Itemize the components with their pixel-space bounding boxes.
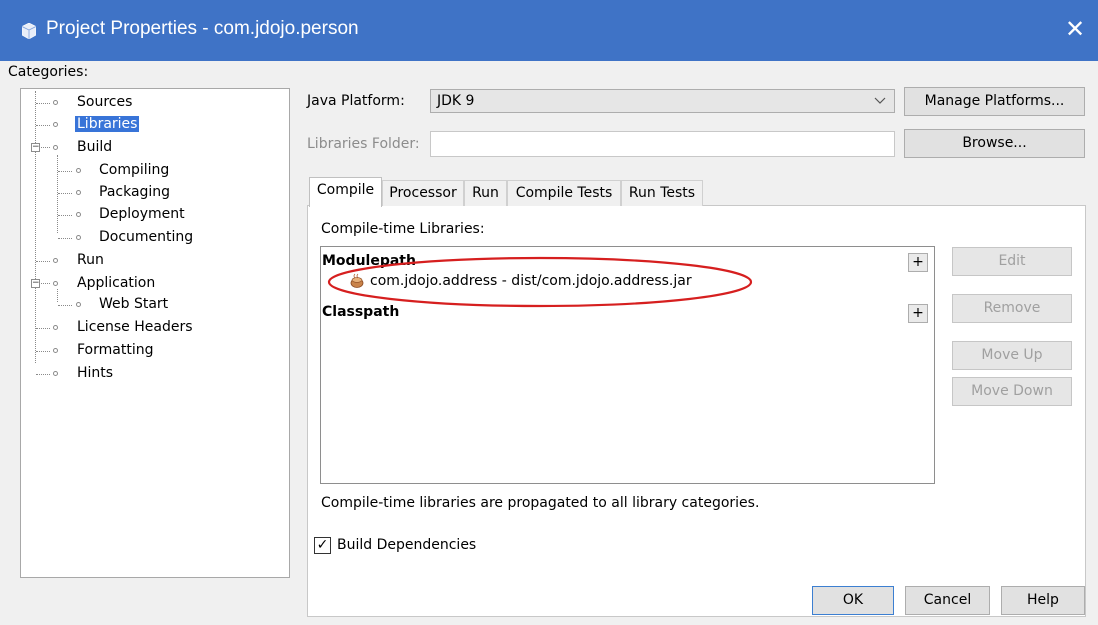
tree-bullet-icon [76, 302, 81, 307]
compile-note: Compile-time libraries are propagated to… [321, 495, 760, 511]
cancel-button[interactable]: Cancel [905, 586, 990, 615]
tree-line [36, 103, 50, 104]
edit-button[interactable]: Edit [952, 247, 1072, 276]
compile-time-libraries-label: Compile-time Libraries: [321, 221, 485, 237]
tree-bullet-icon [53, 371, 58, 376]
tree-line [41, 147, 50, 148]
tab-run-tests[interactable]: Run Tests [621, 180, 703, 206]
tree-bullet-icon [53, 258, 58, 263]
tab-compile-tests[interactable]: Compile Tests [507, 180, 621, 206]
move-up-label: Move Up [981, 347, 1043, 363]
tree-line [58, 215, 72, 216]
tree-bullet-icon [76, 168, 81, 173]
close-icon[interactable]: ✕ [1062, 14, 1088, 44]
java-platform-select[interactable]: JDK 9 [430, 89, 895, 113]
add-classpath-button[interactable]: + [908, 304, 928, 323]
tab-run[interactable]: Run [464, 180, 507, 206]
window-title: Project Properties - com.jdojo.person [46, 18, 359, 39]
move-down-label: Move Down [971, 383, 1053, 399]
category-deployment[interactable]: Deployment [99, 206, 185, 222]
java-platform-label: Java Platform: [307, 93, 405, 109]
tree-line [36, 351, 50, 352]
category-web-start[interactable]: Web Start [99, 296, 168, 312]
category-compiling[interactable]: Compiling [99, 162, 169, 178]
build-dependencies-checkbox[interactable]: ✓ [314, 537, 331, 554]
annotation-ellipse [327, 256, 753, 308]
collapse-application-icon[interactable]: − [31, 279, 40, 288]
java-platform-value: JDK 9 [437, 93, 475, 109]
tree-bullet-icon [53, 145, 58, 150]
tree-line [36, 261, 50, 262]
tree-line [58, 171, 72, 172]
tree-bullet-icon [53, 100, 58, 105]
category-libraries[interactable]: Libraries [75, 116, 140, 132]
manage-platforms-button[interactable]: Manage Platforms... [904, 87, 1085, 116]
tab-processor[interactable]: Processor [382, 180, 464, 206]
tree-bullet-icon [76, 190, 81, 195]
remove-button[interactable]: Remove [952, 294, 1072, 323]
category-application[interactable]: Application [77, 275, 155, 291]
chevron-down-icon [874, 91, 886, 115]
category-license-headers[interactable]: License Headers [77, 319, 193, 335]
category-run[interactable]: Run [77, 252, 104, 268]
browse-button[interactable]: Browse... [904, 129, 1085, 158]
categories-label: Categories: [8, 64, 88, 80]
ok-button[interactable]: OK [812, 586, 894, 615]
tree-line [58, 238, 72, 239]
remove-label: Remove [983, 300, 1041, 316]
category-sources[interactable]: Sources [77, 94, 132, 110]
category-formatting[interactable]: Formatting [77, 342, 153, 358]
category-hints[interactable]: Hints [77, 365, 113, 381]
tree-bullet-icon [53, 122, 58, 127]
move-down-button[interactable]: Move Down [952, 377, 1072, 406]
categories-tree[interactable]: Sources Libraries − Build Compiling Pack… [20, 88, 290, 578]
tree-line [41, 283, 50, 284]
tree-bullet-icon [76, 212, 81, 217]
build-dependencies-label[interactable]: Build Dependencies [337, 537, 476, 553]
tree-line [58, 193, 72, 194]
title-bar: Project Properties - com.jdojo.person ✕ [0, 0, 1098, 61]
tree-bullet-icon [76, 235, 81, 240]
add-modulepath-button[interactable]: + [908, 253, 928, 272]
tab-compile[interactable]: Compile [309, 177, 382, 207]
tree-line [58, 305, 72, 306]
tree-bullet-icon [53, 348, 58, 353]
tree-line [36, 125, 50, 126]
libraries-folder-field[interactable] [430, 131, 895, 157]
categories-label-text: Categories: [8, 64, 89, 80]
project-icon [22, 23, 36, 39]
tree-line [36, 374, 50, 375]
category-packaging[interactable]: Packaging [99, 184, 170, 200]
collapse-build-icon[interactable]: − [31, 143, 40, 152]
edit-label: Edit [998, 253, 1026, 269]
libraries-folder-label: Libraries Folder: [307, 136, 420, 152]
tree-line [57, 289, 58, 302]
tree-line [57, 155, 58, 233]
help-button[interactable]: Help [1001, 586, 1085, 615]
tree-bullet-icon [53, 281, 58, 286]
move-up-button[interactable]: Move Up [952, 341, 1072, 370]
tree-line [36, 328, 50, 329]
category-documenting[interactable]: Documenting [99, 229, 193, 245]
tree-line [35, 91, 36, 363]
tree-bullet-icon [53, 325, 58, 330]
category-build[interactable]: Build [77, 139, 112, 155]
